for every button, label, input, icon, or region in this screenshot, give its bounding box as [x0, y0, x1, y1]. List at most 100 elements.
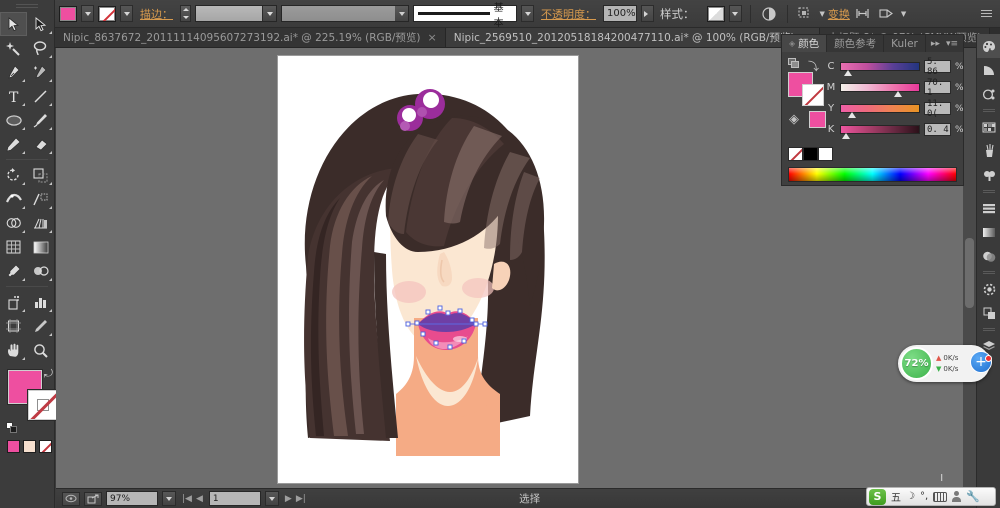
channel-value-c[interactable]: 5. 86: [924, 60, 951, 73]
channel-knob-y[interactable]: [848, 112, 856, 119]
blend-tool[interactable]: [27, 259, 54, 283]
sogou-logo-icon[interactable]: S: [869, 489, 886, 505]
graphic-styles-panel-icon[interactable]: [977, 163, 1000, 187]
stroke-swatch-dropdown[interactable]: [120, 5, 133, 22]
magic-wand-tool[interactable]: [0, 36, 27, 60]
opacity-link[interactable]: 不透明度：: [538, 6, 599, 22]
lasso-tool[interactable]: [27, 36, 54, 60]
artboard-number-field[interactable]: 1: [209, 491, 261, 506]
channel-slider-k[interactable]: [840, 125, 920, 134]
stroke-panel-icon[interactable]: [977, 277, 1000, 301]
prev-artboard-button[interactable]: ◀: [196, 494, 203, 504]
swatches-panel-icon[interactable]: [977, 34, 1000, 58]
color-guide-panel-icon[interactable]: [977, 115, 1000, 139]
brush-chevron-down-icon[interactable]: [521, 5, 534, 22]
color-spectrum-bar[interactable]: [788, 167, 957, 182]
pen-tool[interactable]: [0, 60, 27, 84]
channel-value-k[interactable]: 0. 4: [924, 123, 951, 136]
gradient-mode-button[interactable]: [23, 440, 36, 453]
default-fill-stroke-icon[interactable]: [6, 422, 18, 434]
fill-stroke-mini-icon[interactable]: [788, 58, 800, 69]
add-anchor-point-tool[interactable]: [27, 60, 54, 84]
shape-builder-tool[interactable]: [0, 211, 27, 235]
pathfinder-panel-icon[interactable]: [977, 301, 1000, 325]
punctuation-icon[interactable]: °,: [920, 491, 928, 502]
free-transform-tool[interactable]: [27, 187, 54, 211]
column-graph-tool[interactable]: [27, 290, 54, 314]
transform-label[interactable]: 变换: [828, 6, 850, 22]
stroke-weight-stepper[interactable]: [180, 5, 191, 22]
swap-fill-stroke-icon[interactable]: ⤾: [44, 367, 53, 381]
fill-swatch-dropdown[interactable]: [81, 5, 94, 22]
close-icon[interactable]: ×: [428, 31, 437, 44]
tools-panel-grip[interactable]: [0, 0, 54, 12]
canvas-vertical-scrollbar[interactable]: [963, 48, 976, 488]
stroke-weight-link[interactable]: 描边：: [137, 6, 176, 22]
collapse-panel-icon[interactable]: ▸▸: [931, 39, 940, 49]
memory-percent-circle[interactable]: 72%: [900, 347, 933, 380]
channel-value-y[interactable]: 11. 0(: [924, 102, 951, 115]
type-tool[interactable]: T: [0, 84, 27, 108]
gradient-panel-icon[interactable]: [977, 58, 1000, 82]
stroke-color-swatch[interactable]: [98, 6, 116, 22]
stroke-weight-chevron-down-icon[interactable]: [262, 6, 276, 21]
transform-label-icon[interactable]: 变换: [829, 5, 849, 23]
graphic-style-dropdown[interactable]: [729, 5, 742, 22]
scale-tool[interactable]: [27, 163, 54, 187]
zoom-field[interactable]: 97%: [106, 491, 158, 506]
selection-tool[interactable]: [0, 12, 27, 36]
ime-toolbar[interactable]: S 五 ☽ °, 🔧: [866, 487, 996, 506]
keyboard-icon[interactable]: [933, 492, 947, 502]
hand-tool[interactable]: [0, 338, 27, 362]
person-icon[interactable]: [952, 491, 961, 502]
channel-knob-c[interactable]: [844, 70, 852, 77]
paintbrush-tool[interactable]: [27, 108, 54, 132]
wrench-icon[interactable]: 🔧: [966, 490, 980, 503]
channel-knob-k[interactable]: [842, 133, 850, 140]
graphic-style-swatch[interactable]: [707, 6, 725, 22]
eraser-tool[interactable]: [27, 132, 54, 156]
tab-color-guide[interactable]: 颜色参考: [827, 35, 884, 52]
channel-slider-y[interactable]: [840, 104, 920, 113]
artboard-chevron-down-icon[interactable]: [265, 491, 279, 506]
brushes-panel-icon[interactable]: [977, 139, 1000, 163]
isolate-chevron-down-icon[interactable]: ▼: [901, 10, 906, 18]
add-button[interactable]: +: [970, 351, 992, 373]
color-cube-icon[interactable]: ◈: [789, 112, 804, 127]
rotate-tool[interactable]: [0, 163, 27, 187]
color-mode-button[interactable]: [7, 440, 20, 453]
channel-slider-c[interactable]: [840, 62, 920, 71]
none-mode-button[interactable]: [39, 440, 52, 453]
symbol-sprayer-tool[interactable]: [0, 290, 27, 314]
document-tab-2[interactable]: Nipic_2569510_20120518184200477110.ai* @…: [446, 28, 820, 47]
stroke-weight-combo[interactable]: [195, 5, 277, 22]
network-speed-widget[interactable]: 72% ▲ 0K/s ▼ 0K/s +: [898, 345, 990, 382]
width-tool[interactable]: [0, 187, 27, 211]
panel-stroke-swatch[interactable]: [802, 84, 824, 106]
preview-toggle-icon[interactable]: [62, 492, 80, 506]
scrollbar-thumb[interactable]: [965, 238, 974, 308]
opacity-field[interactable]: 100%: [603, 5, 637, 22]
panel-collapse-icon[interactable]: ◈: [789, 39, 795, 48]
fill-color-swatch[interactable]: [59, 6, 77, 22]
next-artboard-button[interactable]: ▶: [285, 494, 292, 504]
select-similar-chevron-down-icon[interactable]: ▼: [820, 10, 825, 18]
eyedropper-tool[interactable]: [0, 259, 27, 283]
zoom-tool[interactable]: [27, 338, 54, 362]
mesh-tool[interactable]: [0, 235, 27, 259]
align-panel-icon[interactable]: [977, 196, 1000, 220]
tab-kuler[interactable]: Kuler: [884, 35, 926, 52]
tab-color[interactable]: ◈ 颜色: [782, 35, 827, 52]
gradient-tool[interactable]: [27, 235, 54, 259]
select-similar-icon[interactable]: [796, 5, 816, 23]
line-segment-tool[interactable]: [27, 84, 54, 108]
stroke-profile-combo[interactable]: [281, 5, 409, 22]
channel-value-m[interactable]: 70. 1: [924, 81, 951, 94]
appearance-panel-icon[interactable]: [977, 220, 1000, 244]
channel-knob-m[interactable]: [894, 91, 902, 98]
symbols-panel-icon[interactable]: [977, 82, 1000, 106]
zoom-chevron-down-icon[interactable]: [162, 491, 176, 506]
last-artboard-button[interactable]: ▶|: [296, 494, 306, 504]
align-icon[interactable]: [853, 5, 873, 23]
opacity-dropdown[interactable]: [641, 5, 654, 22]
